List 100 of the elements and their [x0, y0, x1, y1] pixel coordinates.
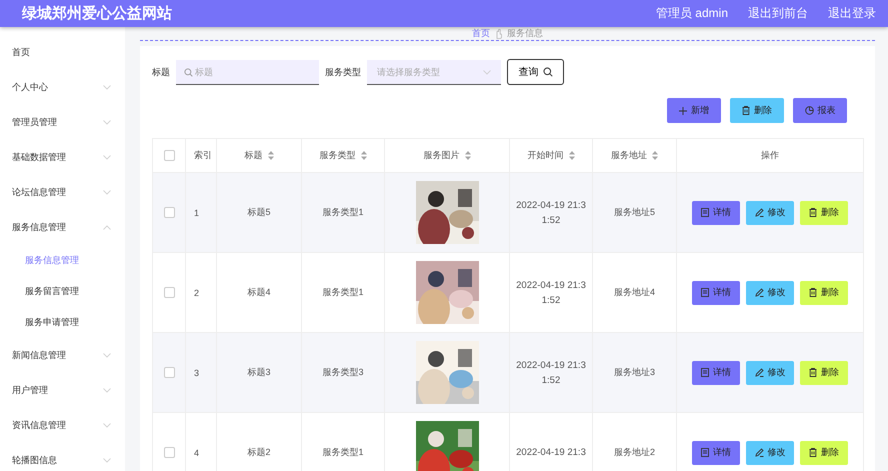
report-button[interactable]: 报表 [793, 98, 847, 123]
column-header[interactable]: 服务图片 [424, 149, 470, 162]
chevron-down-icon [103, 85, 111, 90]
detail-button[interactable]: 详情 [692, 200, 740, 224]
chevron-down-icon [103, 353, 111, 358]
edit-button[interactable]: 修改 [746, 200, 794, 224]
sidebar-item[interactable]: 管理员管理 [0, 105, 125, 140]
table-cell: 服务类型1 [322, 446, 364, 459]
chevron-down-icon [103, 155, 111, 160]
table-cell: 服务地址5 [614, 206, 655, 219]
pie-chart-icon [804, 106, 814, 115]
sidebar-item[interactable]: 新闻信息管理 [0, 338, 125, 373]
sidebar-subitem[interactable]: 服务申请管理 [0, 307, 125, 338]
sidebar-item[interactable]: 轮播图信息 [0, 443, 125, 471]
pencil-icon [754, 208, 764, 217]
sort-icon [268, 151, 274, 160]
table-cell: 标题5 [247, 206, 270, 219]
pencil-icon [754, 288, 764, 297]
sidebar-item[interactable]: 基础数据管理 [0, 140, 125, 175]
edit-button[interactable]: 修改 [746, 440, 794, 464]
checkbox[interactable] [164, 287, 174, 298]
table-cell: 3 [194, 368, 200, 378]
table-cell: 标题4 [247, 286, 270, 299]
chevron-down-icon [103, 458, 111, 463]
sidebar-item[interactable]: 资讯信息管理 [0, 408, 125, 443]
chevron-down-icon [103, 120, 111, 125]
trash-icon [809, 288, 817, 297]
plus-icon [679, 106, 687, 114]
column-header[interactable]: 标题 [244, 149, 274, 162]
chevron-down-icon [103, 423, 111, 428]
document-icon [701, 208, 709, 217]
type-select[interactable]: 请选择服务类型 [367, 60, 501, 84]
edit-button[interactable]: 修改 [746, 360, 794, 384]
table-cell: 服务类型1 [322, 286, 364, 299]
checkbox[interactable] [164, 207, 174, 218]
table-cell: 服务类型1 [322, 206, 364, 219]
table-cell: 服务地址4 [614, 286, 655, 299]
document-icon [701, 448, 709, 457]
detail-button[interactable]: 详情 [692, 440, 740, 464]
sort-icon [652, 151, 658, 160]
trash-icon [809, 368, 817, 377]
field-label: 标题 [152, 66, 170, 78]
delete-button[interactable]: 删除 [800, 360, 848, 384]
column-header: 操作 [761, 149, 779, 162]
search-field[interactable]: 标题 [176, 60, 319, 84]
trash-icon [809, 208, 817, 217]
sort-icon [360, 151, 366, 160]
table-cell-text: 2022-04-19 21:31:52 [515, 198, 587, 228]
hand-icon [495, 28, 502, 38]
sidebar-item[interactable]: 论坛信息管理 [0, 175, 125, 210]
sidebar-item[interactable]: 个人中心 [0, 70, 125, 105]
detail-button[interactable]: 详情 [692, 280, 740, 304]
document-icon [701, 368, 709, 377]
pencil-icon [754, 448, 764, 457]
table-cell-text: 2022-04-19 21:3 [515, 446, 587, 460]
sort-icon [464, 151, 470, 160]
checkbox[interactable] [164, 447, 174, 458]
checkbox[interactable] [164, 367, 174, 378]
table-cell: 服务地址3 [614, 366, 655, 379]
table-cell-text: 2022-04-19 21:31:52 [515, 278, 587, 308]
trash-icon [809, 448, 817, 457]
sidebar-item[interactable]: 首页 [0, 35, 125, 70]
sidebar-item[interactable]: 用户管理 [0, 373, 125, 408]
chevron-down-icon [103, 190, 111, 195]
user-label: 管理员 admin [656, 5, 728, 22]
column-header: 索引 [194, 149, 212, 162]
detail-button[interactable]: 详情 [692, 360, 740, 384]
column-header[interactable]: 服务地址 [611, 149, 658, 162]
breadcrumb-link[interactable]: 首页 [472, 27, 490, 40]
edit-button[interactable]: 修改 [746, 280, 794, 304]
search-icon [184, 68, 193, 76]
table-cell: 4 [194, 448, 200, 458]
delete-button[interactable]: 删除 [800, 200, 848, 224]
trash-icon [742, 106, 750, 115]
table-cell-text: 2022-04-19 21:31:52 [515, 358, 587, 388]
chevron-down-icon [103, 388, 111, 393]
field-label: 服务类型 [325, 66, 361, 78]
document-icon [701, 288, 709, 297]
checkbox[interactable] [164, 150, 174, 161]
table-cell: 标题3 [247, 366, 270, 379]
pencil-icon [754, 368, 764, 377]
sort-icon [568, 151, 574, 160]
header-link[interactable]: 退出登录 [828, 5, 876, 22]
sidebar-subitem[interactable]: 服务留言管理 [0, 276, 125, 307]
sidebar-subitem[interactable]: 服务信息管理 [0, 245, 125, 276]
table-cell: 服务地址2 [614, 446, 655, 459]
add-button[interactable]: 新增 [667, 98, 721, 123]
column-header[interactable]: 开始时间 [528, 149, 574, 162]
table-cell: 1 [194, 208, 200, 218]
chevron-up-icon [103, 225, 111, 230]
delete-button[interactable]: 删除 [800, 440, 848, 464]
table-cell: 标题2 [247, 446, 270, 459]
chevron-down-icon [483, 70, 491, 74]
delete-button[interactable]: 删除 [800, 280, 848, 304]
sidebar-item[interactable]: 服务信息管理 [0, 210, 125, 245]
query-button[interactable]: 查询 [507, 59, 564, 85]
table-cell: 服务类型3 [322, 366, 364, 379]
delete-button[interactable]: 删除 [730, 98, 784, 123]
header-link[interactable]: 退出到前台 [748, 5, 808, 22]
column-header[interactable]: 服务类型 [320, 149, 366, 162]
